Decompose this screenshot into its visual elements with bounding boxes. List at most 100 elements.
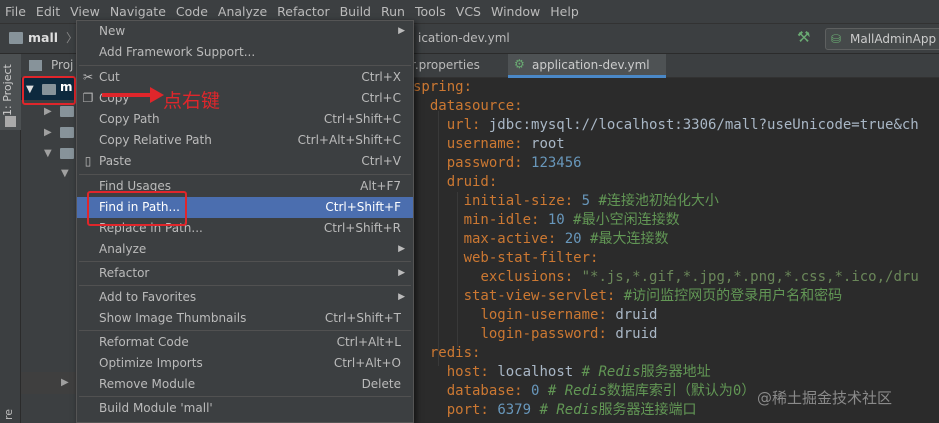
code-line: max-active: 20 #最大连接数 xyxy=(463,231,669,247)
code-line: database: 0 # Redis数据库索引（默认为0） xyxy=(446,383,756,399)
tab-properties[interactable]: r.properties xyxy=(411,54,506,78)
submenu-arrow-icon: ▶ xyxy=(398,26,405,36)
code-line: druid: xyxy=(446,174,498,190)
menu-item-new[interactable]: New ▶ xyxy=(77,21,413,42)
menu-item-copy[interactable]: ❐ Copy Ctrl+C xyxy=(77,88,413,109)
menu-item-label: Optimize Imports xyxy=(99,356,203,370)
code-line: username: root xyxy=(446,136,565,152)
cut-icon: ✂ xyxy=(82,70,94,84)
menu-item-shortcut: Ctrl+Alt+O xyxy=(333,356,401,370)
watermark: @稀土掘金技术社区 xyxy=(757,389,893,407)
menu-item-optimize-imports[interactable]: Optimize Imports Ctrl+Alt+O xyxy=(77,353,413,374)
code-line: web-stat-filter: xyxy=(463,250,599,266)
menu-item-label: Build Module 'mall' xyxy=(99,401,213,415)
code-line: spring: xyxy=(413,79,473,95)
menu-separator xyxy=(79,65,411,66)
menu-item-shortcut: Ctrl+Shift+T xyxy=(324,311,401,325)
build-hammer-icon[interactable]: ⚒ xyxy=(797,28,810,46)
menu-item-shortcut: Ctrl+Shift+C xyxy=(323,112,401,126)
code-line: datasource: xyxy=(429,98,523,114)
annotation-arrow-head xyxy=(150,87,164,103)
expand-arrow-icon[interactable]: ▼ xyxy=(61,168,69,179)
project-panel-title[interactable]: Proj xyxy=(51,58,73,72)
menu-item-paste[interactable]: ▯ Paste Ctrl+V xyxy=(77,151,413,172)
menu-item-remove-module[interactable]: Remove Module Delete xyxy=(77,374,413,395)
breadcrumb-project[interactable]: mall xyxy=(28,30,58,45)
structure-tool-icon[interactable] xyxy=(5,116,16,127)
code-line: redis: xyxy=(429,345,481,361)
menu-item-label: Add to Favorites xyxy=(99,290,197,304)
root-highlight-box xyxy=(22,76,76,105)
menu-analyze[interactable]: Analyze xyxy=(213,4,272,19)
menu-item-label: Remove Module xyxy=(99,377,196,391)
menu-help[interactable]: Help xyxy=(545,4,584,19)
menu-refactor[interactable]: Refactor xyxy=(272,4,334,19)
menu-vcs[interactable]: VCS xyxy=(451,4,486,19)
menu-item-label: Copy xyxy=(99,91,130,105)
menu-edit[interactable]: Edit xyxy=(31,4,65,19)
run-config-selector[interactable]: ⛁ MallAdminApp xyxy=(825,28,939,50)
menu-item-copy-path[interactable]: Copy Path Ctrl+Shift+C xyxy=(77,109,413,130)
menu-item-shortcut: Ctrl+X xyxy=(361,70,401,84)
menu-separator xyxy=(79,396,411,397)
tab-properties-label: r.properties xyxy=(411,58,480,72)
menu-item-copy-relative-path[interactable]: Copy Relative Path Ctrl+Alt+Shift+C xyxy=(77,130,413,151)
tab-application-dev-label: application-dev.yml xyxy=(532,58,650,72)
indent-guide xyxy=(438,111,439,366)
menu-item-shortcut: Ctrl+V xyxy=(361,154,401,168)
menu-item-label: Add Framework Support... xyxy=(99,45,256,59)
tab-application-dev[interactable]: ⚙ application-dev.yml xyxy=(508,54,666,78)
code-line: port: 6379 # Redis服务器连接端口 xyxy=(446,402,697,418)
menu-item-shortcut: Ctrl+Shift+F xyxy=(325,200,401,214)
menu-item-shortcut: Ctrl+Alt+L xyxy=(336,335,401,349)
menu-build[interactable]: Build xyxy=(335,4,376,19)
code-line: login-username: druid xyxy=(480,307,658,323)
menu-item-reformat-code[interactable]: Reformat Code Ctrl+Alt+L xyxy=(77,332,413,353)
menu-navigate[interactable]: Navigate xyxy=(105,4,171,19)
editor-tab-bar: r.properties ⚙ application-dev.yml xyxy=(411,54,939,78)
expand-arrow-icon[interactable]: ▶ xyxy=(44,106,52,117)
context-menu: New ▶ Add Framework Support... ✂ Cut Ctrl+X ❐ C… xyxy=(76,20,414,423)
menu-separator xyxy=(79,330,411,331)
submenu-arrow-icon: ▶ xyxy=(398,268,405,278)
menu-item-add-to-favorites[interactable]: Add to Favorites ▶ xyxy=(77,287,413,308)
expand-arrow-icon[interactable]: ▼ xyxy=(44,148,52,159)
menu-item-label: New xyxy=(99,24,126,38)
menu-run[interactable]: Run xyxy=(376,4,410,19)
menu-item-label: Copy Path xyxy=(99,112,160,126)
menu-separator xyxy=(79,285,411,286)
menu-view[interactable]: View xyxy=(65,4,105,19)
menu-item-cut[interactable]: ✂ Cut Ctrl+X xyxy=(77,67,413,88)
menu-item-analyze[interactable]: Analyze ▶ xyxy=(77,239,413,260)
menu-item-label: Cut xyxy=(99,70,120,84)
copy-icon: ❐ xyxy=(82,91,94,105)
expand-arrow-icon[interactable]: ▶ xyxy=(61,377,69,388)
folder-icon xyxy=(60,106,74,117)
menu-item-refactor[interactable]: Refactor ▶ xyxy=(77,263,413,284)
menu-item-build-module-mall[interactable]: Build Module 'mall' xyxy=(77,398,413,419)
code-line: stat-view-servlet: #访问监控网页的登录用户名和密码 xyxy=(463,288,843,304)
menu-item-show-image-thumbnails[interactable]: Show Image Thumbnails Ctrl+Shift+T xyxy=(77,308,413,329)
menu-window[interactable]: Window xyxy=(486,4,545,19)
find-in-path-highlight-box xyxy=(87,191,187,226)
submenu-arrow-icon: ▶ xyxy=(398,292,405,302)
menu-separator xyxy=(79,261,411,262)
menu-item-shortcut: Delete xyxy=(361,377,401,391)
menu-code[interactable]: Code xyxy=(171,4,213,19)
project-tool-label: 1: Project xyxy=(1,64,14,116)
run-config-label: MallAdminApp xyxy=(850,32,937,46)
menu-file[interactable]: File xyxy=(0,4,31,19)
folder-icon xyxy=(60,148,74,159)
menu-tools[interactable]: Tools xyxy=(410,4,451,19)
breadcrumb-file[interactable]: ication-dev.yml xyxy=(418,31,510,45)
code-line: host: localhost # Redis服务器地址 xyxy=(446,364,711,380)
folder-icon xyxy=(60,127,74,138)
paste-icon: ▯ xyxy=(84,154,92,168)
code-line: exclusions: "*.js,*.gif,*.jpg,*.png,*.cs… xyxy=(480,269,919,285)
menu-item-label: Copy Relative Path xyxy=(99,133,212,147)
code-editor[interactable]: spring: datasource: url: jdbc:mysql://lo… xyxy=(411,78,939,423)
menu-item-add-framework-support[interactable]: Add Framework Support... xyxy=(77,42,413,63)
expand-arrow-icon[interactable]: ▶ xyxy=(44,127,52,138)
code-line: initial-size: 5 #连接池初始化大小 xyxy=(463,193,719,209)
menu-item-label: Refactor xyxy=(99,266,150,280)
